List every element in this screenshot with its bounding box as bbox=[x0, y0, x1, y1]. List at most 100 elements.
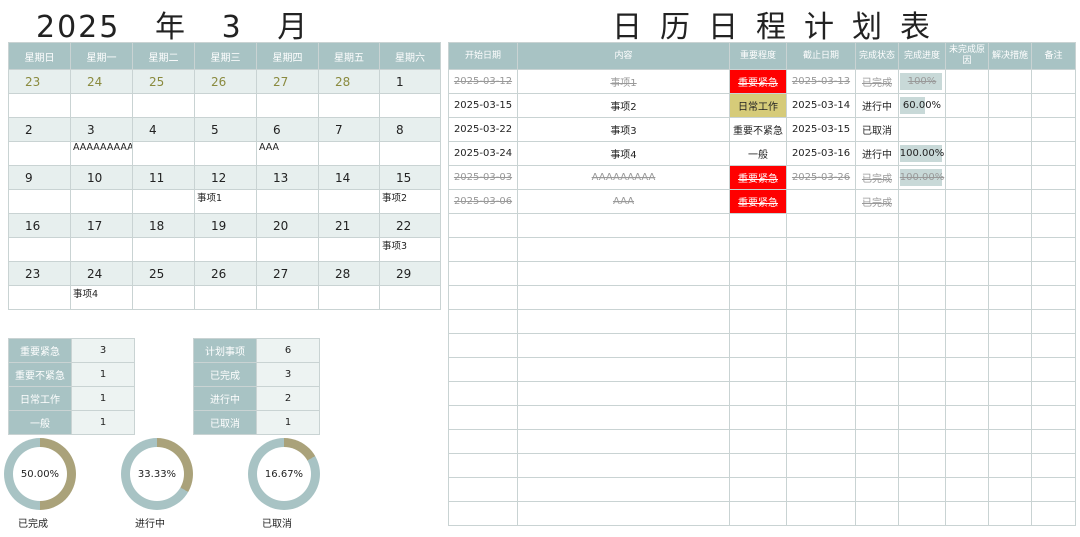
empty-cell[interactable] bbox=[448, 333, 518, 358]
day-cell[interactable]: 1 bbox=[379, 69, 441, 94]
empty-cell[interactable] bbox=[729, 429, 787, 454]
empty-cell[interactable] bbox=[988, 453, 1032, 478]
empty-cell[interactable] bbox=[448, 261, 518, 286]
reason-cell[interactable] bbox=[945, 141, 989, 166]
empty-cell[interactable] bbox=[945, 333, 989, 358]
reason-cell[interactable] bbox=[945, 165, 989, 190]
start-date-cell[interactable]: 2025-03-22 bbox=[448, 117, 518, 142]
priority-cell[interactable]: 重要紧急 bbox=[729, 189, 787, 214]
event-cell[interactable] bbox=[132, 93, 195, 118]
priority-cell[interactable]: 重要不紧急 bbox=[729, 117, 787, 142]
empty-cell[interactable] bbox=[517, 309, 730, 334]
empty-cell[interactable] bbox=[517, 477, 730, 502]
empty-cell[interactable] bbox=[898, 381, 946, 406]
empty-cell[interactable] bbox=[517, 381, 730, 406]
empty-cell[interactable] bbox=[729, 213, 787, 238]
status-cell[interactable]: 已完成 bbox=[855, 165, 899, 190]
status-cell[interactable]: 进行中 bbox=[855, 141, 899, 166]
measure-cell[interactable] bbox=[988, 117, 1032, 142]
empty-cell[interactable] bbox=[786, 501, 856, 526]
note-cell[interactable] bbox=[1031, 117, 1076, 142]
reason-cell[interactable] bbox=[945, 117, 989, 142]
event-cell[interactable] bbox=[8, 141, 71, 166]
event-cell[interactable] bbox=[70, 189, 133, 214]
empty-cell[interactable] bbox=[448, 213, 518, 238]
empty-cell[interactable] bbox=[855, 429, 899, 454]
empty-cell[interactable] bbox=[517, 237, 730, 262]
day-cell[interactable]: 14 bbox=[318, 165, 380, 190]
event-cell[interactable] bbox=[194, 93, 257, 118]
status-cell[interactable]: 已完成 bbox=[855, 69, 899, 94]
empty-cell[interactable] bbox=[786, 381, 856, 406]
event-cell[interactable] bbox=[379, 93, 441, 118]
day-cell[interactable]: 28 bbox=[318, 261, 380, 286]
empty-cell[interactable] bbox=[786, 429, 856, 454]
day-cell[interactable]: 6 bbox=[256, 117, 319, 142]
event-cell[interactable] bbox=[8, 189, 71, 214]
progress-cell[interactable]: 60.00% bbox=[898, 93, 946, 118]
empty-cell[interactable] bbox=[448, 501, 518, 526]
empty-cell[interactable] bbox=[729, 501, 787, 526]
empty-cell[interactable] bbox=[786, 357, 856, 382]
event-cell[interactable]: 事项4 bbox=[70, 285, 133, 310]
start-date-cell[interactable]: 2025-03-24 bbox=[448, 141, 518, 166]
empty-cell[interactable] bbox=[855, 333, 899, 358]
event-cell[interactable] bbox=[318, 189, 380, 214]
measure-cell[interactable] bbox=[988, 141, 1032, 166]
empty-cell[interactable] bbox=[945, 429, 989, 454]
end-date-cell[interactable]: 2025-03-13 bbox=[786, 69, 856, 94]
empty-cell[interactable] bbox=[517, 333, 730, 358]
empty-cell[interactable] bbox=[988, 429, 1032, 454]
end-date-cell[interactable]: 2025-03-14 bbox=[786, 93, 856, 118]
event-cell[interactable]: 事项3 bbox=[379, 237, 441, 262]
empty-cell[interactable] bbox=[1031, 477, 1076, 502]
day-cell[interactable]: 23 bbox=[8, 261, 71, 286]
day-cell[interactable]: 16 bbox=[8, 213, 71, 238]
event-cell[interactable]: AAA bbox=[256, 141, 319, 166]
note-cell[interactable] bbox=[1031, 165, 1076, 190]
empty-cell[interactable] bbox=[898, 501, 946, 526]
empty-cell[interactable] bbox=[448, 405, 518, 430]
event-cell[interactable] bbox=[318, 237, 380, 262]
empty-cell[interactable] bbox=[786, 405, 856, 430]
empty-cell[interactable] bbox=[786, 477, 856, 502]
priority-cell[interactable]: 一般 bbox=[729, 141, 787, 166]
event-cell[interactable] bbox=[256, 237, 319, 262]
empty-cell[interactable] bbox=[729, 285, 787, 310]
empty-cell[interactable] bbox=[945, 357, 989, 382]
empty-cell[interactable] bbox=[855, 501, 899, 526]
priority-cell[interactable]: 重要紧急 bbox=[729, 165, 787, 190]
empty-cell[interactable] bbox=[1031, 309, 1076, 334]
empty-cell[interactable] bbox=[729, 309, 787, 334]
measure-cell[interactable] bbox=[988, 69, 1032, 94]
empty-cell[interactable] bbox=[448, 285, 518, 310]
event-cell[interactable] bbox=[194, 141, 257, 166]
event-cell[interactable]: 事项1 bbox=[194, 189, 257, 214]
empty-cell[interactable] bbox=[1031, 285, 1076, 310]
empty-cell[interactable] bbox=[729, 333, 787, 358]
content-cell[interactable]: 事项2 bbox=[517, 93, 730, 118]
day-cell[interactable]: 4 bbox=[132, 117, 195, 142]
priority-cell[interactable]: 重要紧急 bbox=[729, 69, 787, 94]
empty-cell[interactable] bbox=[988, 501, 1032, 526]
empty-cell[interactable] bbox=[898, 261, 946, 286]
empty-cell[interactable] bbox=[945, 213, 989, 238]
day-cell[interactable]: 13 bbox=[256, 165, 319, 190]
day-cell[interactable]: 10 bbox=[70, 165, 133, 190]
empty-cell[interactable] bbox=[448, 309, 518, 334]
day-cell[interactable]: 15 bbox=[379, 165, 441, 190]
empty-cell[interactable] bbox=[988, 213, 1032, 238]
start-date-cell[interactable]: 2025-03-12 bbox=[448, 69, 518, 94]
empty-cell[interactable] bbox=[855, 261, 899, 286]
empty-cell[interactable] bbox=[988, 237, 1032, 262]
empty-cell[interactable] bbox=[729, 237, 787, 262]
content-cell[interactable]: 事项1 bbox=[517, 69, 730, 94]
content-cell[interactable]: 事项3 bbox=[517, 117, 730, 142]
event-cell[interactable] bbox=[318, 141, 380, 166]
empty-cell[interactable] bbox=[729, 477, 787, 502]
start-date-cell[interactable]: 2025-03-15 bbox=[448, 93, 518, 118]
measure-cell[interactable] bbox=[988, 93, 1032, 118]
status-cell[interactable]: 进行中 bbox=[855, 93, 899, 118]
event-cell[interactable] bbox=[8, 237, 71, 262]
content-cell[interactable]: AAA bbox=[517, 189, 730, 214]
